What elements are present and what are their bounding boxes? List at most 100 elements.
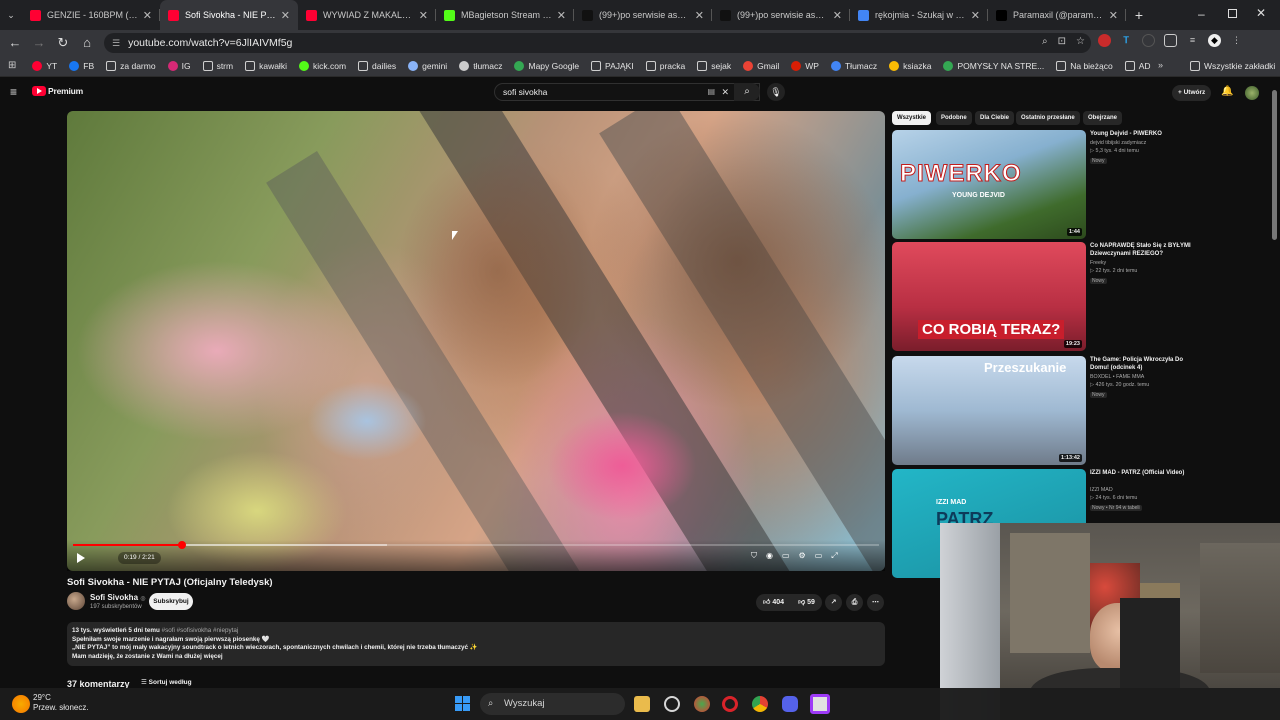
settings-gear-icon[interactable]: ⚙ xyxy=(799,551,806,561)
shield-app-icon[interactable] xyxy=(694,696,710,712)
apps-grid-icon[interactable]: ⊞ xyxy=(8,60,16,71)
zoom-search-icon[interactable]: ⌕ xyxy=(1042,36,1048,47)
extensions-puzzle-icon[interactable] xyxy=(1164,34,1177,47)
tab-close-icon[interactable]: ✕ xyxy=(695,9,704,22)
recommendation-channel[interactable]: Freeky xyxy=(1090,260,1106,268)
bookmarks-overflow-chevron-icon[interactable]: » xyxy=(1158,60,1163,70)
autoplay-toggle-icon[interactable]: ◉ xyxy=(766,551,773,561)
recommendation-title[interactable]: Young Dejvid - PIWERKO xyxy=(1090,130,1200,138)
bookmark-item[interactable]: POMYSŁY NA STRE... xyxy=(943,60,1044,71)
create-button[interactable]: + Utwórz xyxy=(1172,85,1212,101)
recommendation-channel[interactable]: IZZI MAD xyxy=(1090,487,1113,495)
all-bookmarks-folder[interactable]: Wszystkie zakładki xyxy=(1190,61,1275,71)
bookmark-item[interactable]: PAJĄKI xyxy=(591,60,634,71)
opera-icon[interactable] xyxy=(722,696,738,712)
clear-search-icon[interactable]: ✕ xyxy=(721,84,729,100)
like-button[interactable]: 👍︎ 404 xyxy=(763,594,784,611)
description-box[interactable]: 13 tys. wyświetleń 5 dni temu #sofi #sof… xyxy=(67,622,885,666)
bookmark-item[interactable]: Gmail xyxy=(743,60,779,71)
youtube-logo[interactable]: Premium xyxy=(32,86,83,96)
bookmark-item[interactable]: YT xyxy=(32,60,57,71)
recommendation-thumbnail[interactable]: PIWERKO YOUNG DEJVID 1:44 xyxy=(892,130,1086,239)
theater-mode-icon[interactable]: ▭ xyxy=(815,551,823,561)
translate-extension-icon[interactable]: Ꭲ xyxy=(1120,34,1133,47)
taskbar-search[interactable]: ⌕ Wyszukaj xyxy=(480,693,625,715)
progress-bar[interactable] xyxy=(73,541,879,549)
recommendation-item[interactable]: Przeszukanie 1:13:42 The Game: Policja Wkr… xyxy=(892,356,1252,468)
video-player[interactable] xyxy=(67,111,885,571)
recommendation-channel[interactable]: BOXDEL • FAME MMA xyxy=(1090,374,1144,382)
new-tab-button[interactable]: + xyxy=(1128,7,1150,23)
recommendation-title[interactable]: Co NAPRAWDĘ Stało Się z BYŁYMI Dziewczyn… xyxy=(1090,242,1200,258)
bookmark-item[interactable]: AD xyxy=(1124,60,1151,71)
recommendation-thumbnail[interactable]: Przeszukanie 1:13:42 xyxy=(892,356,1086,465)
reload-button[interactable]: ↻ xyxy=(51,35,75,51)
account-avatar[interactable] xyxy=(1245,86,1259,100)
recommendation-title[interactable]: IZZI MAD - PATRZ (Official Video) xyxy=(1090,469,1200,477)
browser-tab[interactable]: rękojmia - Szukaj w Goog ✕ xyxy=(850,0,988,30)
browser-tab[interactable]: GENZIE - 160BPM (ft. Wo ✕ xyxy=(22,0,160,30)
bookmark-item[interactable]: ksiazka xyxy=(889,60,931,71)
bookmark-item[interactable]: Mapy Google xyxy=(514,60,579,71)
show-more-link[interactable]: więcej xyxy=(204,653,223,660)
bookmark-item[interactable]: dailies xyxy=(358,60,396,71)
tab-close-icon[interactable]: ✕ xyxy=(971,9,980,22)
tab-close-icon[interactable]: ✕ xyxy=(143,9,152,22)
tab-close-icon[interactable]: ✕ xyxy=(1109,9,1118,22)
browser-menu-icon[interactable]: ⋮ xyxy=(1230,34,1243,47)
recommendation-item[interactable]: PIWERKO YOUNG DEJVID 1:44 Young Dejvid - PI… xyxy=(892,130,1252,242)
page-scrollbar[interactable] xyxy=(1272,90,1277,240)
bookmark-item[interactable]: za darmo xyxy=(106,60,156,71)
guide-menu-icon[interactable]: ≡ xyxy=(10,85,17,99)
tab-close-icon[interactable]: ✕ xyxy=(833,9,842,22)
browser-tab[interactable]: Paramaxil (@paramaxil_) ✕ xyxy=(988,0,1126,30)
bookmark-item[interactable]: kawałki xyxy=(245,60,287,71)
window-close-button[interactable]: ✕ xyxy=(1256,6,1266,20)
subtitles-icon[interactable]: ▭ xyxy=(782,551,790,561)
bookmark-item[interactable]: WP xyxy=(791,60,819,71)
bookmark-item[interactable]: pracka xyxy=(645,60,685,71)
file-explorer-icon[interactable] xyxy=(634,696,650,712)
discord-icon[interactable] xyxy=(782,696,798,712)
bookmark-item[interactable]: FB xyxy=(69,60,94,71)
media-controls-icon[interactable]: ≡ xyxy=(1186,34,1199,47)
bookmark-item[interactable]: IG xyxy=(167,60,191,71)
recommendation-thumbnail[interactable]: CO ROBIĄ TERAZ? 19:23 xyxy=(892,242,1086,351)
address-bar[interactable]: ☰ youtube.com/watch?v=6JlIAIVMf5g ⌕ ⊡ ☆ xyxy=(104,33,1091,53)
channel-avatar[interactable] xyxy=(67,592,85,610)
recommendation-title[interactable]: The Game: Policja Wkroczyła Do Domu! (od… xyxy=(1090,356,1200,372)
weather-widget[interactable] xyxy=(12,695,30,713)
filter-chip[interactable]: Ostatnio przesłane xyxy=(1016,111,1080,125)
bookmark-item[interactable]: strm xyxy=(202,60,233,71)
search-button[interactable]: ⌕ xyxy=(734,83,760,101)
dislike-button[interactable]: 👎︎ 59 xyxy=(798,594,815,611)
save-button[interactable]: ⎙ xyxy=(846,594,863,611)
filter-chip[interactable]: Dla Ciebie xyxy=(975,111,1015,125)
more-actions-button[interactable]: ⋯ xyxy=(867,594,884,611)
forward-button[interactable]: → xyxy=(27,35,51,50)
share-button[interactable]: ↗ xyxy=(825,594,842,611)
keyboard-icon[interactable]: ▤ xyxy=(707,84,715,100)
sponsor-shield-icon[interactable]: ⛉ xyxy=(751,551,757,561)
search-input[interactable]: sofi sivokha ▤ ✕ xyxy=(494,83,760,101)
bookmark-item[interactable]: kick.com xyxy=(298,60,346,71)
browser-tab[interactable]: MBagietson Stream - Wat ✕ xyxy=(436,0,574,30)
recommendation-channel[interactable]: dejvid tibijski zadymiacz xyxy=(1090,140,1146,148)
browser-tab[interactable]: (99+)po serwisie aso sam ✕ xyxy=(712,0,850,30)
play-button[interactable] xyxy=(77,553,85,563)
weather-text[interactable]: 29°C Przew. słonecz. xyxy=(33,693,89,713)
filter-chip[interactable]: Wszystkie xyxy=(892,111,932,125)
browser-tab[interactable]: (99+)po serwisie aso sam ✕ xyxy=(574,0,712,30)
notifications-bell-icon[interactable]: 🔔 xyxy=(1221,86,1233,97)
record-extension-icon[interactable] xyxy=(1098,34,1111,47)
install-app-icon[interactable]: ⊡ xyxy=(1058,36,1066,47)
recommendation-item[interactable]: CO ROBIĄ TERAZ? 19:23 Co NAPRAWDĘ Stało Si… xyxy=(892,242,1252,354)
filter-chip[interactable]: Podobne xyxy=(936,111,972,125)
bookmark-item[interactable]: Na bieżąco xyxy=(1056,60,1113,71)
filter-chip[interactable]: Obejrzane xyxy=(1083,111,1123,125)
browser-tab[interactable]: WYWIAD Z MAKALAJEREM ✕ xyxy=(298,0,436,30)
bookmark-item[interactable]: sejak xyxy=(697,60,731,71)
channel-name[interactable]: Sofi Sivokha ◎ xyxy=(90,593,146,602)
bookmark-item[interactable]: tłumacz xyxy=(459,60,502,71)
sort-comments-button[interactable]: ☰ Sortuj według xyxy=(141,678,192,686)
